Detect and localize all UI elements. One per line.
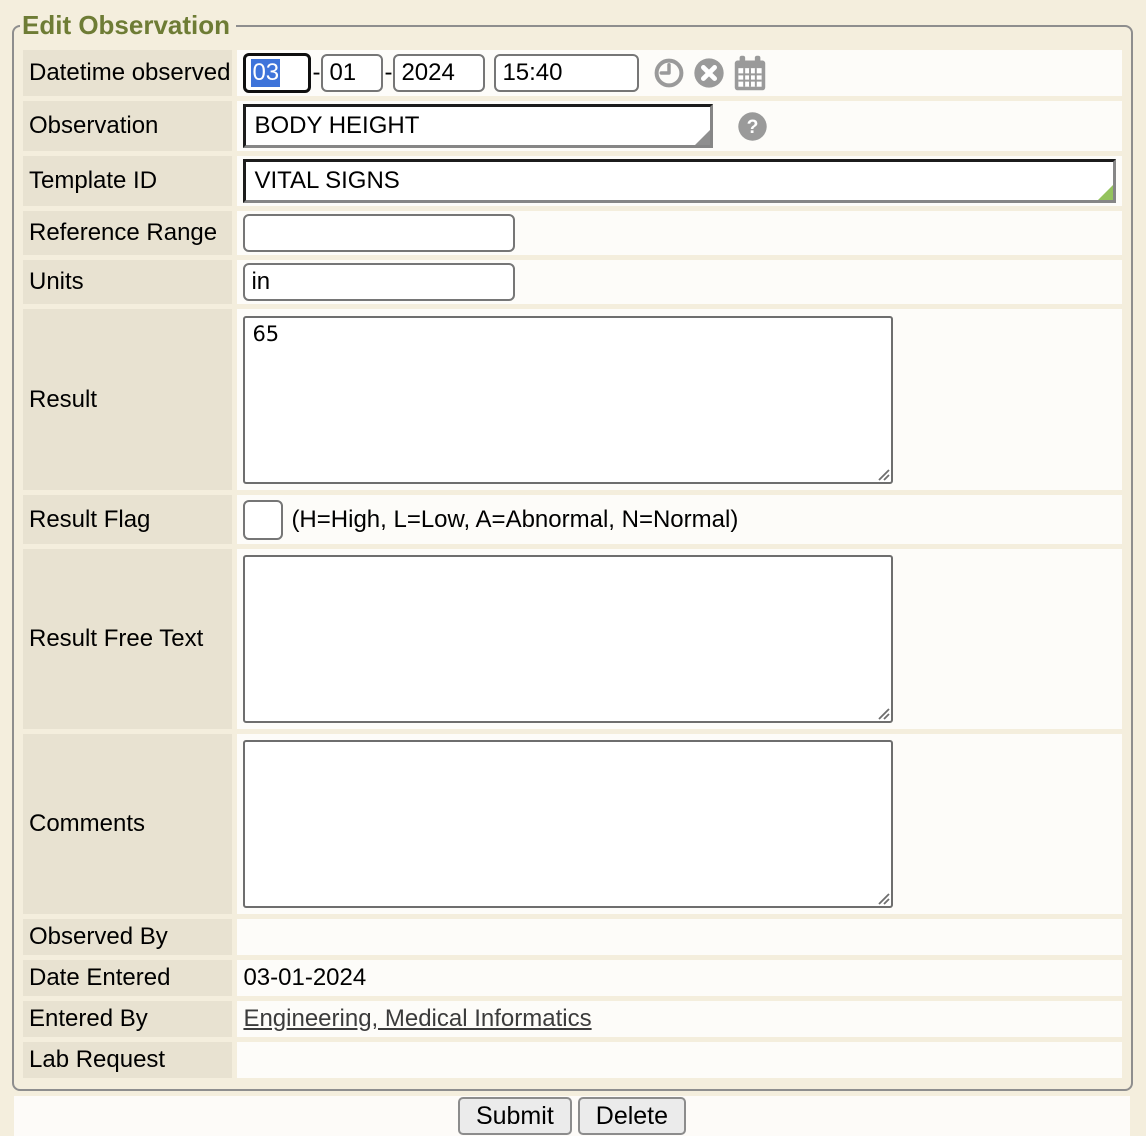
result-flag-label: Result Flag <box>23 495 232 544</box>
edit-observation-fieldset: Edit Observation Datetime observed 03 - … <box>12 10 1133 1091</box>
result-free-text-label: Result Free Text <box>23 549 232 729</box>
row-date-entered: Date Entered 03-01-2024 <box>23 960 1122 996</box>
units-input[interactable] <box>243 263 515 301</box>
date-separator: - <box>312 59 320 87</box>
form-legend: Edit Observation <box>20 10 236 41</box>
row-result-flag: Result Flag (H=High, L=Low, A=Abnormal, … <box>23 495 1122 544</box>
calendar-icon[interactable] <box>733 55 767 91</box>
observed-by-value <box>237 919 1122 955</box>
result-label: Result <box>23 309 232 490</box>
resize-grip-icon[interactable] <box>876 706 890 720</box>
day-input[interactable] <box>321 54 383 92</box>
observation-select[interactable]: BODY HEIGHT <box>243 104 713 148</box>
resize-grip-icon[interactable] <box>876 467 890 481</box>
observed-by-label: Observed By <box>23 919 232 955</box>
comments-label: Comments <box>23 734 232 914</box>
clock-icon[interactable] <box>653 57 685 89</box>
row-entered-by: Entered By Engineering, Medical Informat… <box>23 1001 1122 1037</box>
resize-grip-icon[interactable] <box>876 891 890 905</box>
reference-range-input[interactable] <box>243 214 515 252</box>
units-label: Units <box>23 260 232 304</box>
submit-button[interactable]: Submit <box>458 1097 572 1135</box>
row-lab-request: Lab Request <box>23 1042 1122 1078</box>
reference-range-label: Reference Range <box>23 211 232 255</box>
month-input[interactable]: 03 <box>243 53 311 93</box>
template-id-select[interactable]: VITAL SIGNS <box>243 159 1116 203</box>
date-entered-value: 03-01-2024 <box>237 960 1122 996</box>
result-flag-hint: (H=High, L=Low, A=Abnormal, N=Normal) <box>291 506 738 534</box>
row-observed-by: Observed By <box>23 919 1122 955</box>
result-textarea[interactable]: 65 <box>243 316 893 484</box>
row-result-free-text: Result Free Text <box>23 549 1122 729</box>
row-result: Result 65 <box>23 309 1122 490</box>
date-separator: - <box>384 59 392 87</box>
date-entered-label: Date Entered <box>23 960 232 996</box>
row-units: Units <box>23 260 1122 304</box>
row-template-id: Template ID VITAL SIGNS <box>23 156 1122 206</box>
observation-form-table: Datetime observed 03 - - <box>18 45 1127 1083</box>
row-comments: Comments <box>23 734 1122 914</box>
template-id-label: Template ID <box>23 156 232 206</box>
form-actions: Submit Delete <box>14 1096 1130 1136</box>
year-input[interactable] <box>393 54 485 92</box>
result-flag-input[interactable] <box>243 500 283 540</box>
help-icon[interactable]: ? <box>737 111 768 142</box>
month-value: 03 <box>251 59 280 87</box>
comments-textarea[interactable] <box>243 740 893 908</box>
row-datetime: Datetime observed 03 - - <box>23 50 1122 96</box>
result-free-text-textarea[interactable] <box>243 555 893 723</box>
lab-request-value <box>237 1042 1122 1078</box>
entered-by-label: Entered By <box>23 1001 232 1037</box>
entered-by-link[interactable]: Engineering, Medical Informatics <box>243 1005 591 1032</box>
template-id-selected-value: VITAL SIGNS <box>254 167 399 195</box>
observation-label: Observation <box>23 101 232 151</box>
datetime-label: Datetime observed <box>23 50 232 96</box>
clear-icon[interactable] <box>693 57 725 89</box>
lab-request-label: Lab Request <box>23 1042 232 1078</box>
svg-text:?: ? <box>747 116 759 138</box>
delete-button[interactable]: Delete <box>578 1097 686 1135</box>
time-input[interactable] <box>494 54 639 92</box>
row-observation: Observation BODY HEIGHT ? <box>23 101 1122 151</box>
row-reference-range: Reference Range <box>23 211 1122 255</box>
observation-selected-value: BODY HEIGHT <box>254 112 419 140</box>
